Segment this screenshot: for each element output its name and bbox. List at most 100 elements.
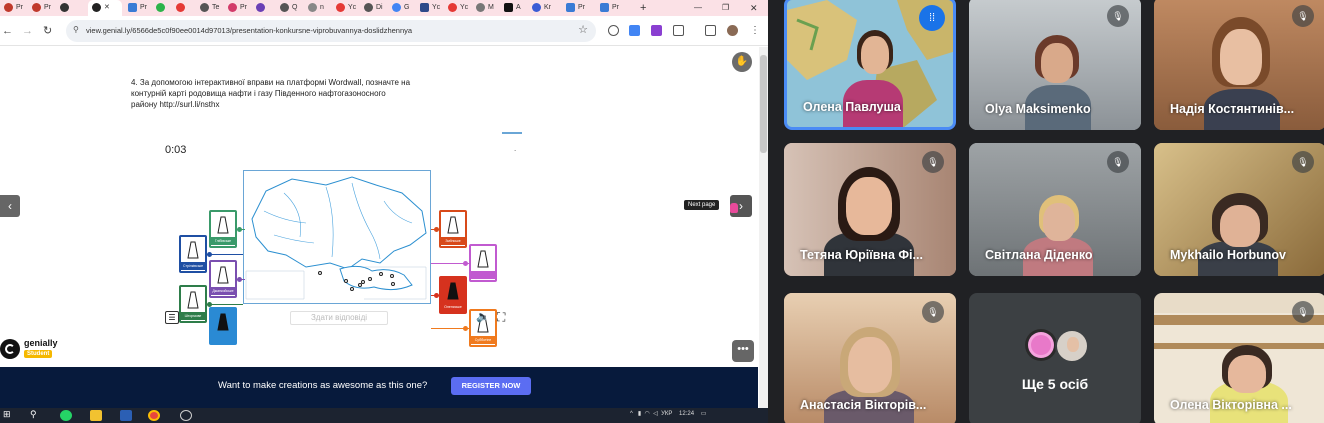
map-point[interactable]	[368, 277, 372, 281]
close-window-icon[interactable]: ✕	[750, 0, 758, 16]
tab[interactable]: Yc	[448, 0, 468, 16]
translate-icon[interactable]	[629, 25, 640, 36]
tab[interactable]: A	[504, 0, 521, 16]
tab[interactable]: Te	[200, 0, 219, 16]
tab[interactable]: Pr	[128, 0, 147, 16]
scrollbar-thumb[interactable]	[760, 55, 767, 153]
wifi-icon[interactable]: ◠	[645, 411, 650, 417]
tab-favicon	[600, 2, 609, 12]
whatsapp-icon[interactable]	[60, 410, 72, 421]
tab[interactable]: Kr	[532, 0, 551, 16]
participant-tile[interactable]: 🎙 Надія Костянтинів...	[1154, 0, 1324, 130]
tab[interactable]: Pr	[228, 0, 247, 16]
extension-icon[interactable]	[608, 25, 619, 36]
tab[interactable]: M	[476, 0, 494, 16]
tab[interactable]	[176, 0, 188, 16]
new-tab-button[interactable]: +	[640, 0, 646, 16]
participant-name: Тетяна Юріївна Фі...	[800, 248, 923, 262]
file-explorer-icon[interactable]	[90, 410, 102, 421]
deposit-card[interactable]	[209, 307, 237, 345]
connector-dot	[434, 227, 439, 232]
participant-tile[interactable]: ⁞⁞ Олена Павлуша	[784, 0, 956, 130]
reload-icon[interactable]: ↻	[43, 24, 52, 38]
tray-chevron-icon[interactable]: ^	[630, 411, 633, 417]
bookmark-star-icon[interactable]: ☆	[578, 23, 588, 36]
tab[interactable]: Pr	[600, 0, 619, 16]
menu-list-icon[interactable]: ☰	[165, 311, 179, 324]
more-participants-tile[interactable]: Ще 5 осіб	[969, 293, 1141, 423]
windows-start-icon[interactable]: ⊞	[3, 409, 15, 420]
map-point[interactable]	[391, 282, 395, 286]
deposit-label: Глібівське	[211, 237, 235, 245]
tab[interactable]	[156, 0, 168, 16]
menu-kebab-icon[interactable]: ⋮	[750, 24, 760, 38]
extensions-puzzle-icon[interactable]	[673, 25, 684, 36]
app-icon[interactable]	[180, 410, 192, 421]
contour-map	[243, 170, 431, 304]
tab[interactable]	[60, 0, 72, 16]
deposit-card[interactable]: Зміїнське	[439, 210, 467, 248]
derrick-icon	[217, 216, 229, 234]
extension-b-icon[interactable]	[651, 25, 662, 36]
map-point[interactable]	[390, 274, 394, 278]
search-icon[interactable]: ⚲	[30, 409, 42, 420]
notifications-icon[interactable]: ▭	[701, 411, 707, 417]
tab[interactable]: n	[308, 0, 324, 16]
forward-icon[interactable]: →	[22, 24, 33, 38]
map-point[interactable]	[344, 279, 348, 283]
tab-favicon	[280, 2, 289, 12]
tab-favicon	[228, 2, 237, 12]
omnibox[interactable]: ⚲ view.genial.ly/6566de5c0f90ee0014d9701…	[66, 20, 596, 42]
tab[interactable]: Pr	[566, 0, 585, 16]
register-now-button[interactable]: REGISTER NOW	[451, 377, 531, 395]
map-point[interactable]	[350, 287, 354, 291]
submit-answers-button[interactable]: Здати відповіді	[290, 311, 388, 325]
map-point[interactable]	[379, 272, 383, 276]
participant-tile[interactable]: 🎙 Олена Вікторівна ...	[1154, 293, 1324, 423]
volume-icon[interactable]: 🔈	[476, 310, 490, 323]
restore-icon[interactable]: ❐	[722, 0, 729, 16]
tab[interactable]	[256, 0, 268, 16]
tab[interactable]: Yc	[336, 0, 356, 16]
minimize-icon[interactable]: —	[694, 0, 702, 16]
prev-page-button[interactable]: ‹	[0, 195, 20, 217]
chrome-icon[interactable]	[148, 410, 160, 421]
tab[interactable]: Pr	[32, 0, 51, 16]
genially-logo[interactable]: genially Student	[0, 337, 70, 365]
profile-avatar[interactable]	[727, 25, 738, 36]
tab[interactable]: Q	[280, 0, 297, 16]
participant-tile[interactable]: 🎙 Olya Maksimenko	[969, 0, 1141, 130]
deposit-card[interactable]	[469, 244, 497, 282]
participant-tile[interactable]: 🎙 Тетяна Юріївна Фі...	[784, 143, 956, 276]
back-icon[interactable]: ←	[2, 24, 13, 38]
tab[interactable]: Pr	[4, 0, 23, 16]
map-point[interactable]	[318, 271, 322, 275]
page-scrollbar[interactable]	[759, 47, 768, 408]
participant-tile[interactable]: 🎙 Mykhailo Horbunov	[1154, 143, 1324, 276]
deposit-card[interactable]: Джанкойське	[209, 260, 237, 298]
deposit-card[interactable]: Олениське	[439, 276, 467, 314]
participant-tile[interactable]: 🎙 Анастасія Вікторів...	[784, 293, 956, 423]
clock[interactable]: 12:24	[679, 411, 694, 417]
tab[interactable]: Yc	[420, 0, 440, 16]
tab-active[interactable]: ✕	[88, 0, 122, 16]
tab-favicon	[448, 2, 457, 12]
speaker-icon[interactable]: ◁	[653, 411, 658, 417]
deposit-card[interactable]: Стрілківське	[179, 235, 207, 273]
site-info-icon[interactable]: ⚲	[73, 25, 79, 34]
interactivity-icon[interactable]: ✋	[732, 52, 752, 72]
language-indicator[interactable]: УКР	[661, 411, 672, 417]
word-icon[interactable]	[120, 410, 132, 421]
deposit-card[interactable]: Штормове	[179, 285, 207, 323]
participant-tile[interactable]: 🎙 Світлана Діденко	[969, 143, 1141, 276]
fullscreen-icon[interactable]: ⛶	[497, 310, 505, 325]
deposit-card[interactable]: Глібівське	[209, 210, 237, 248]
participant-name: Світлана Діденко	[985, 248, 1093, 262]
tab[interactable]: Di	[364, 0, 383, 16]
map-point[interactable]	[361, 280, 365, 284]
battery-icon[interactable]: ▮	[638, 411, 641, 417]
sidepanel-icon[interactable]	[705, 25, 716, 36]
tab[interactable]: G	[392, 0, 409, 16]
close-icon[interactable]: ✕	[104, 4, 110, 11]
more-options-button[interactable]: •••	[732, 340, 754, 362]
